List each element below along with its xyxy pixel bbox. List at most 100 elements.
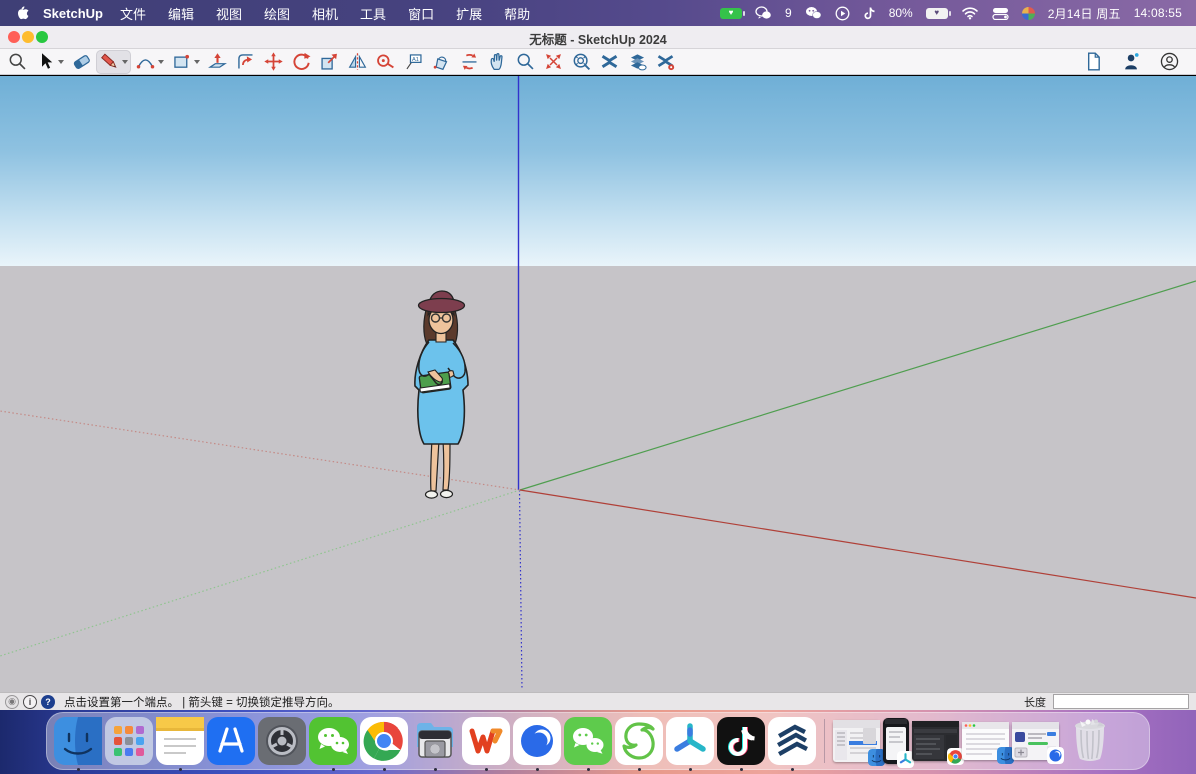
wechat-status-icon-2[interactable] [805, 6, 822, 20]
battery-heart-icon[interactable]: ♥ [720, 8, 742, 19]
menubar-time[interactable]: 14:08:55 [1134, 6, 1182, 20]
connect-layers-tool[interactable] [624, 50, 651, 74]
select-tool[interactable] [32, 50, 67, 74]
arcs-tool[interactable] [132, 50, 167, 74]
user-switch-icon[interactable] [992, 7, 1009, 20]
menubar-date[interactable]: 2月14日 周五 [1048, 5, 1121, 22]
dock-navicat-icon[interactable] [615, 717, 663, 765]
zoom-extents-tool[interactable] [540, 50, 567, 74]
line-tool[interactable] [96, 50, 131, 74]
window-title: 无标题 - SketchUp 2024 [0, 29, 1196, 48]
play-circle-icon[interactable] [835, 6, 850, 21]
running-indicator [587, 768, 590, 771]
dock-wechat-icon[interactable] [309, 717, 357, 765]
menu-tools[interactable]: 工具 [349, 4, 397, 23]
dock-finder-icon[interactable] [54, 717, 102, 765]
tiktok-status-icon[interactable] [863, 6, 876, 21]
wechat-status-icon[interactable] [755, 6, 772, 20]
dock-appstore-icon[interactable] [207, 717, 255, 765]
measurement-label: 长度 [1024, 694, 1046, 710]
geolocation-icon[interactable]: ◉ [5, 695, 19, 709]
pan-tool[interactable] [484, 50, 511, 74]
menu-help[interactable]: 帮助 [493, 4, 541, 23]
menu-file[interactable]: 文件 [109, 4, 157, 23]
shapes-tool[interactable] [168, 50, 203, 74]
dock-trash-icon[interactable] [1066, 717, 1114, 765]
dock-printer-icon[interactable] [411, 717, 459, 765]
menu-extensions[interactable]: 扩展 [445, 4, 493, 23]
model-viewport[interactable] [0, 76, 1196, 692]
minimized-phone-mirror-window[interactable] [883, 718, 909, 764]
human-figure-button[interactable] [1118, 50, 1145, 74]
menubar-app-name[interactable]: SketchUp [43, 6, 103, 21]
menu-view[interactable]: 视图 [205, 4, 253, 23]
measurement-input[interactable] [1053, 694, 1189, 709]
menu-window[interactable]: 窗口 [397, 4, 445, 23]
dock-notes-icon[interactable] [156, 717, 204, 765]
flip-tool[interactable] [344, 50, 371, 74]
running-indicator [332, 768, 335, 771]
menu-draw[interactable]: 绘图 [253, 4, 301, 23]
search-tool[interactable] [4, 50, 31, 74]
warehouse-search-tool[interactable] [568, 50, 595, 74]
offset-tool[interactable] [232, 50, 259, 74]
running-indicator [791, 768, 794, 771]
minimized-chrome-window[interactable] [912, 721, 959, 761]
3d-warehouse-tool[interactable] [596, 50, 623, 74]
running-indicator [638, 768, 641, 771]
dock-divider [824, 719, 825, 763]
info-circle-icon[interactable]: i [23, 695, 37, 709]
dock-tiktok-icon[interactable] [717, 717, 765, 765]
zoom-tool[interactable] [512, 50, 539, 74]
running-indicator [689, 768, 692, 771]
rectangle-icon [171, 51, 192, 72]
text-tool[interactable]: A1 [400, 50, 427, 74]
scale-tool[interactable] [316, 50, 343, 74]
running-indicator [740, 768, 743, 771]
running-indicator [383, 768, 386, 771]
battery-icon[interactable]: ♥ [926, 8, 948, 19]
chevron-down-icon [58, 60, 64, 64]
select-arrow-icon [35, 51, 56, 72]
dock-wechat2-icon[interactable] [564, 717, 612, 765]
dock-settings-icon[interactable] [258, 717, 306, 765]
minimized-document-window[interactable] [962, 722, 1009, 760]
minimized-browser-window[interactable] [1012, 722, 1059, 760]
rotate-tool[interactable] [288, 50, 315, 74]
menu-bar: SketchUp 文件 编辑 视图 绘图 相机 工具 窗口 扩展 帮助 ♥ 9 … [0, 0, 1196, 26]
dock-quark-icon[interactable] [513, 717, 561, 765]
flip-icon [347, 51, 368, 72]
arc-icon [135, 51, 156, 72]
move-tool[interactable] [260, 50, 287, 74]
wechat-badge-count: 9 [785, 6, 792, 20]
color-sphere-icon[interactable] [1022, 7, 1035, 20]
tape-measure-tool[interactable] [372, 50, 399, 74]
account-button[interactable] [1156, 50, 1183, 74]
new-document-button[interactable] [1080, 50, 1107, 74]
extension-warehouse-tool[interactable] [652, 50, 679, 74]
push-pull-tool[interactable] [204, 50, 231, 74]
toolbar: A1 [0, 49, 1196, 75]
dock-chrome-icon[interactable] [360, 717, 408, 765]
orbit-tool[interactable] [456, 50, 483, 74]
dock-launchpad-icon[interactable] [105, 717, 153, 765]
dock-wps-icon[interactable] [462, 717, 510, 765]
chevron-down-icon [194, 60, 200, 64]
paint-bucket-tool[interactable] [428, 50, 455, 74]
running-indicator [536, 768, 539, 771]
help-circle-icon[interactable]: ? [41, 695, 55, 709]
menu-edit[interactable]: 编辑 [157, 4, 205, 23]
dock-screen-mirror-icon[interactable] [666, 717, 714, 765]
document-icon [1083, 51, 1104, 72]
chevron-down-icon [158, 60, 164, 64]
minimized-finder-window[interactable] [833, 720, 880, 762]
rotate-icon [291, 51, 312, 72]
menu-camera[interactable]: 相机 [301, 4, 349, 23]
magnifier-icon [515, 51, 536, 72]
eraser-icon [71, 51, 92, 72]
dock-sketchup-icon[interactable] [768, 717, 816, 765]
apple-logo-icon[interactable] [16, 6, 29, 21]
move-icon [263, 51, 284, 72]
eraser-tool[interactable] [68, 50, 95, 74]
wifi-icon[interactable] [961, 6, 979, 20]
